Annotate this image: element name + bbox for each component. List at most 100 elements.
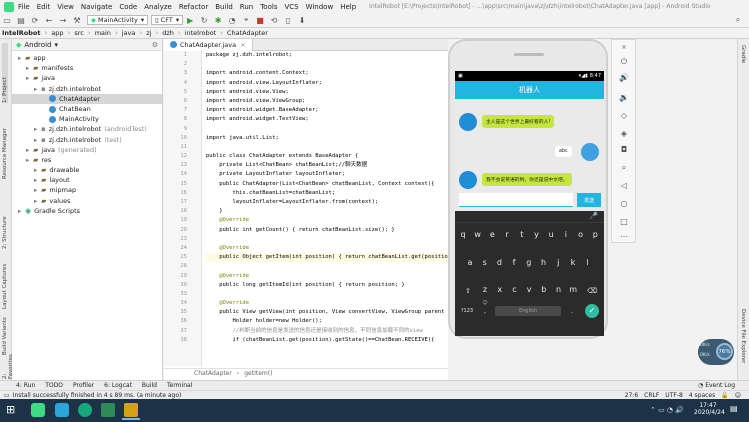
key-y[interactable]: y: [530, 230, 544, 239]
tree-item[interactable]: ▸ ▰ app: [12, 53, 162, 63]
code-line[interactable]: import java.util.List;: [206, 134, 448, 143]
debug-icon[interactable]: ✱: [213, 15, 223, 25]
key-t[interactable]: t: [515, 230, 529, 239]
expand-arrow-icon[interactable]: ▸: [18, 206, 25, 216]
bottom-tab-profiler[interactable]: Profiler: [73, 382, 94, 389]
key-z[interactable]: z: [478, 285, 492, 294]
menu-item-help[interactable]: Help: [340, 3, 356, 11]
key-j[interactable]: j: [551, 258, 565, 267]
file-encoding[interactable]: UTF-8: [665, 392, 683, 399]
space-key[interactable]: English: [495, 306, 561, 316]
bottom-tab-4-run[interactable]: 4: Run: [16, 382, 35, 389]
home-icon[interactable]: ○: [618, 198, 630, 210]
android-studio-task-icon[interactable]: [31, 403, 45, 417]
caret-position[interactable]: 27:6: [625, 392, 638, 399]
tab-chatadapter[interactable]: ChatAdapter.java ×: [164, 38, 253, 51]
tree-item[interactable]: ▸ ▪ zj.dzh.intelrobot (test): [12, 135, 162, 145]
bottom-tab-terminal[interactable]: Terminal: [167, 382, 192, 389]
notification-center-icon[interactable]: ▤: [730, 404, 738, 413]
close-icon[interactable]: ×: [618, 42, 630, 54]
tree-item[interactable]: ChatBean: [12, 104, 162, 114]
browser-task-icon[interactable]: [55, 403, 69, 417]
code-line[interactable]: public int getCount() { return chatBeanL…: [206, 226, 448, 235]
volume-down-icon[interactable]: 🔉: [618, 92, 630, 104]
key-c[interactable]: c: [507, 285, 521, 294]
folder-task-icon[interactable]: [124, 403, 138, 417]
code-breadcrumb-class[interactable]: ChatAdapter: [194, 370, 232, 377]
tree-item[interactable]: ▸ ▪ zj.dzh.intelrobot: [12, 84, 162, 94]
code-breadcrumb-method[interactable]: getItem(): [244, 370, 272, 377]
code-line[interactable]: private List<ChatBean> chatBeanList;//聊天…: [206, 161, 448, 170]
symbols-key[interactable]: ?123: [458, 308, 476, 314]
search-icon[interactable]: ⌕: [733, 15, 743, 25]
tab-project[interactable]: 1: Project: [2, 43, 8, 103]
menu-item-vcs[interactable]: VCS: [284, 3, 298, 11]
comma-key[interactable]: ,: [478, 308, 492, 315]
profile-icon[interactable]: ◔: [227, 15, 237, 25]
tab-build-variants[interactable]: Build Variants: [2, 315, 8, 355]
expand-arrow-icon[interactable]: ▸: [26, 73, 33, 83]
indent-setting[interactable]: 4 spaces: [689, 392, 715, 399]
key-x[interactable]: x: [493, 285, 507, 294]
bottom-tab-todo[interactable]: TODO: [45, 382, 63, 389]
bottom-tab-6-logcat[interactable]: 6: Logcat: [104, 382, 132, 389]
key-n[interactable]: n: [552, 285, 566, 294]
volume-up-icon[interactable]: 🔊: [618, 72, 630, 84]
code-line[interactable]: [206, 235, 448, 244]
enter-key-icon[interactable]: ✓: [585, 304, 599, 318]
expand-arrow-icon[interactable]: ▸: [26, 145, 33, 155]
breadcrumb-item[interactable]: src: [72, 29, 86, 37]
breadcrumb-item[interactable]: ChatAdapter: [225, 29, 270, 37]
key-e[interactable]: e: [485, 230, 499, 239]
tree-item[interactable]: ▸ ▰ drawable: [12, 165, 162, 175]
tree-item[interactable]: ▸ ◉ Gradle Scripts: [12, 206, 162, 216]
message-input[interactable]: [459, 193, 573, 207]
code-line[interactable]: public Object getItem(int position) { re…: [206, 253, 448, 263]
run-icon[interactable]: ▶: [185, 15, 195, 25]
period-key[interactable]: .: [565, 308, 579, 315]
menu-item-window[interactable]: Window: [306, 3, 334, 11]
expand-arrow-icon[interactable]: ▸: [34, 84, 41, 94]
send-button[interactable]: 发送: [577, 193, 601, 207]
stop-icon[interactable]: ■: [255, 15, 265, 25]
tree-item[interactable]: MainActivity: [12, 114, 162, 124]
key-b[interactable]: b: [537, 285, 551, 294]
menu-item-navigate[interactable]: Navigate: [81, 3, 112, 11]
attach-debugger-icon[interactable]: ⌖: [241, 15, 251, 25]
menu-item-code[interactable]: Code: [119, 3, 137, 11]
menu-item-tools[interactable]: Tools: [260, 3, 277, 11]
expand-arrow-icon[interactable]: ▸: [26, 63, 33, 73]
tab-resource-manager[interactable]: Resource Manager: [2, 119, 8, 179]
key-v[interactable]: v: [522, 285, 536, 294]
tab-structure[interactable]: 2: Structure: [2, 199, 8, 249]
expand-arrow-icon[interactable]: ▸: [34, 175, 41, 185]
key-q[interactable]: q: [456, 230, 470, 239]
key-w[interactable]: w: [471, 230, 485, 239]
tab-device-file-explorer[interactable]: Device File Explorer: [740, 309, 746, 377]
bottom-tab-build[interactable]: Build: [142, 382, 157, 389]
back-icon[interactable]: ◁: [618, 180, 630, 192]
code-line[interactable]: import android.view.View;: [206, 88, 448, 97]
tree-item[interactable]: ▸ ▪ zj.dzh.intelrobot (androidTest): [12, 124, 162, 134]
tab-gradle[interactable]: Gradle: [740, 45, 746, 75]
code-line[interactable]: public long getItemId(int position) { re…: [206, 281, 448, 290]
code-line[interactable]: [206, 125, 448, 134]
rotate-left-icon[interactable]: ◇: [618, 110, 630, 122]
code-line[interactable]: import android.widget.TextView;: [206, 115, 448, 124]
breadcrumb-item[interactable]: intelrobot: [183, 29, 218, 37]
breadcrumb-item[interactable]: app: [49, 29, 65, 37]
code-line[interactable]: import android.content.Context;: [206, 69, 448, 78]
key-u[interactable]: u: [544, 230, 558, 239]
overview-icon[interactable]: □: [618, 216, 630, 228]
tree-item[interactable]: ▸ ▰ layout: [12, 175, 162, 185]
forward-icon[interactable]: →: [58, 15, 68, 25]
key-m[interactable]: m: [566, 285, 580, 294]
more-icon[interactable]: ⋯: [618, 231, 630, 243]
sync-gradle-icon[interactable]: ⟲: [269, 15, 279, 25]
tab-layout-captures[interactable]: Layout Captures: [2, 259, 8, 309]
breadcrumb-item[interactable]: IntelRobot: [0, 29, 43, 37]
sdk-manager-icon[interactable]: ⬇: [297, 15, 307, 25]
menu-item-build[interactable]: Build: [215, 3, 233, 11]
code-line[interactable]: [206, 262, 448, 271]
code-line[interactable]: import android.view.LayoutInflater;: [206, 79, 448, 88]
